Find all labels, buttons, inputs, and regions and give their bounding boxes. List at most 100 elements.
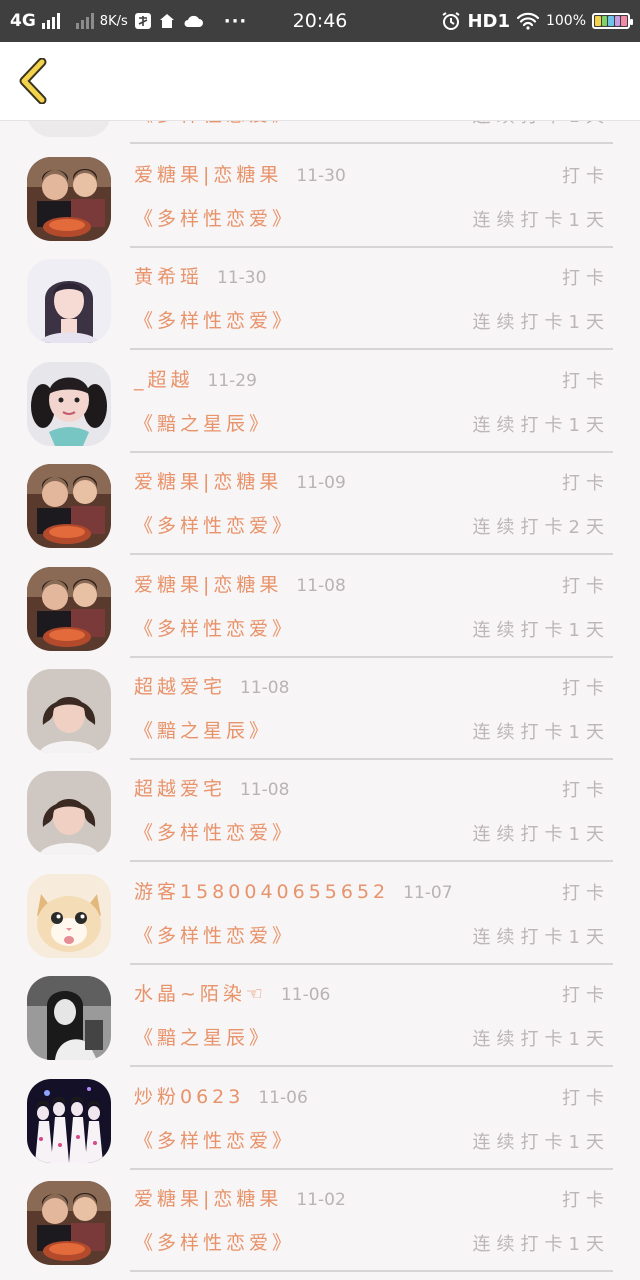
date-label: 11-06 [280, 985, 331, 1005]
list-item[interactable]: 爱糖果|恋糖果 11-30 打卡 《多样性恋爱》 连续打卡1天 [0, 146, 640, 248]
status-bar: 4G 8K/s ··· 20:46 HD1 100% [0, 0, 640, 42]
book-tag[interactable]: 《黯之星辰》 [134, 716, 272, 743]
checkin-label: 打卡 [562, 678, 610, 699]
streak-label: 连续打卡1天 [472, 415, 610, 436]
streak-label: 连续打卡1天 [472, 824, 610, 845]
user-name-text: 超越爱宅 [134, 778, 227, 800]
alarm-icon [442, 12, 460, 30]
user-name-text: 水晶~陌染☜ [134, 983, 267, 1005]
checkin-label: 打卡 [562, 1088, 610, 1109]
streak-label: 连续打卡1天 [472, 620, 610, 641]
list-item[interactable]: 超越爱宅 11-08 打卡《多样性恋爱》 连续打卡1天 [0, 760, 640, 862]
avatar[interactable] [27, 1079, 111, 1163]
user-name[interactable]: 游客1580040655652 11-07 [134, 877, 453, 904]
list-item[interactable]: 爱糖果|恋糖果 11-02 打卡《多样性恋爱》 连续打卡1天 [0, 1170, 640, 1272]
date-label: 11-08 [240, 678, 290, 698]
list-item[interactable]: 游客1580040655652 11-07 打卡《多样性恋爱》 连续打卡1天 [0, 863, 640, 965]
date-label: 11-08 [240, 780, 290, 800]
book-tag[interactable]: 《多样性恋爱》 [134, 204, 295, 231]
chevron-left-icon [19, 57, 47, 105]
checkin-label: 打卡 [562, 166, 610, 187]
streak-label: 连续打卡1天 [472, 722, 610, 743]
avatar[interactable] [27, 567, 111, 651]
user-name-text: 爱糖果|恋糖果 [134, 1188, 283, 1210]
book-tag[interactable]: 《黯之星辰》 [134, 409, 272, 436]
date-label: 11-09 [296, 473, 346, 493]
list-item[interactable]: 炒粉0623 11-06 打卡《多样性恋爱》 连续打卡1天 [0, 1068, 640, 1170]
user-name-text: 爱糖果|恋糖果 [134, 574, 283, 596]
user-name[interactable]: 炒粉0623 11-06 [134, 1082, 308, 1109]
streak-label: 连续打卡1天 [472, 927, 610, 948]
divider [130, 1065, 613, 1067]
checkin-label: 打卡 [562, 780, 610, 801]
date-label: 11-08 [296, 576, 346, 596]
checkin-label: 打卡 [562, 1190, 610, 1211]
avatar[interactable] [27, 1181, 111, 1265]
date-label: 11-06 [258, 1088, 308, 1108]
user-name[interactable]: 爱糖果|恋糖果 11-02 [134, 1184, 346, 1211]
book-tag[interactable]: 《多样性恋爱》 [134, 921, 295, 948]
user-name[interactable]: 爱糖果|恋糖果 11-08 [134, 570, 346, 597]
list-item[interactable]: 水晶~陌染☜ 11-06 打卡《黯之星辰》 连续打卡1天 [0, 965, 640, 1067]
checkin-label: 打卡 [562, 473, 610, 494]
date-label: 11-30 [217, 268, 267, 288]
checkin-label: 打卡 [562, 985, 610, 1006]
avatar[interactable] [27, 464, 111, 548]
book-tag[interactable]: 《多样性恋爱》 [134, 1126, 295, 1153]
user-name[interactable]: _超越 11-29 [134, 365, 257, 392]
avatar[interactable] [27, 157, 111, 241]
divider [130, 553, 613, 555]
book-tag[interactable]: 《多样性恋爱》 [134, 511, 295, 538]
streak-label: 连续打卡1天 [472, 1132, 610, 1153]
list-item[interactable]: 爱糖果|恋糖果 11-09 打卡《多样性恋爱》 连续打卡2天 [0, 453, 640, 555]
back-button[interactable] [16, 57, 52, 105]
date-label: 11-29 [207, 371, 257, 391]
streak-label: 连续打卡2天 [472, 517, 610, 538]
user-name-text: 游客1580040655652 [134, 881, 390, 903]
list-item[interactable]: 黄希瑶 11-30 打卡《多样性恋爱》 连续打卡1天 [0, 248, 640, 350]
user-name-text: 超越爱宅 [134, 676, 227, 698]
top-bar [0, 42, 640, 121]
checkin-label: 打卡 [562, 883, 610, 904]
date-label: 11-30 [296, 166, 346, 186]
avatar[interactable] [27, 771, 111, 855]
hd-label: HD1 [467, 10, 510, 32]
user-name[interactable]: 爱糖果|恋糖果 11-30 [134, 160, 346, 187]
book-tag[interactable]: 《多样性恋爱》 [134, 1228, 295, 1255]
date-label: 11-02 [296, 1190, 346, 1210]
avatar[interactable] [27, 259, 111, 343]
user-name-text: 爱糖果|恋糖果 [134, 164, 283, 186]
divider [130, 1270, 613, 1272]
book-tag[interactable]: 《黯之星辰》 [134, 1023, 272, 1050]
list-item[interactable]: 超越爱宅 11-08 打卡《黯之星辰》 连续打卡1天 [0, 658, 640, 760]
battery-icon [592, 13, 633, 29]
divider [130, 142, 613, 144]
divider [130, 860, 613, 862]
user-name-text: 黄希瑶 [134, 266, 204, 288]
checkin-list[interactable]: 《多样性恋爱》 连续打卡1天 爱糖果|恋糖果11-30打卡《多样性恋爱》连续打卡… [0, 0, 640, 1280]
user-name[interactable]: 黄希瑶 11-30 [134, 262, 266, 289]
checkin-label: 打卡 [562, 576, 610, 597]
battery-percent: 100% [545, 13, 586, 29]
avatar[interactable] [27, 874, 111, 958]
user-name[interactable]: 超越爱宅 11-08 [134, 672, 289, 699]
user-name[interactable]: 爱糖果|恋糖果 11-09 [134, 467, 346, 494]
list-item[interactable]: _超越 11-29 打卡《黯之星辰》 连续打卡1天 [0, 351, 640, 453]
avatar[interactable] [27, 669, 111, 753]
list-item[interactable]: 爱糖果|恋糖果 11-08 打卡《多样性恋爱》 连续打卡1天 [0, 556, 640, 658]
book-tag[interactable]: 《多样性恋爱》 [134, 614, 295, 641]
user-name[interactable]: 超越爱宅 11-08 [134, 774, 289, 801]
streak-label: 连续打卡1天 [472, 312, 610, 333]
wifi-icon [516, 12, 540, 30]
user-name-text: _超越 [134, 369, 194, 391]
book-tag[interactable]: 《多样性恋爱》 [134, 818, 295, 845]
streak-label: 连续打卡1天 [472, 1029, 610, 1050]
avatar[interactable] [27, 362, 111, 446]
book-tag[interactable]: 《多样性恋爱》 [134, 306, 295, 333]
streak-label: 连续打卡1天 [472, 1234, 610, 1255]
user-name[interactable]: 水晶~陌染☜ 11-06 [134, 979, 330, 1006]
checkin-label: 打卡 [562, 268, 610, 289]
checkin-label: 打卡 [562, 371, 610, 392]
date-label: 11-07 [403, 883, 453, 903]
avatar[interactable] [27, 976, 111, 1060]
